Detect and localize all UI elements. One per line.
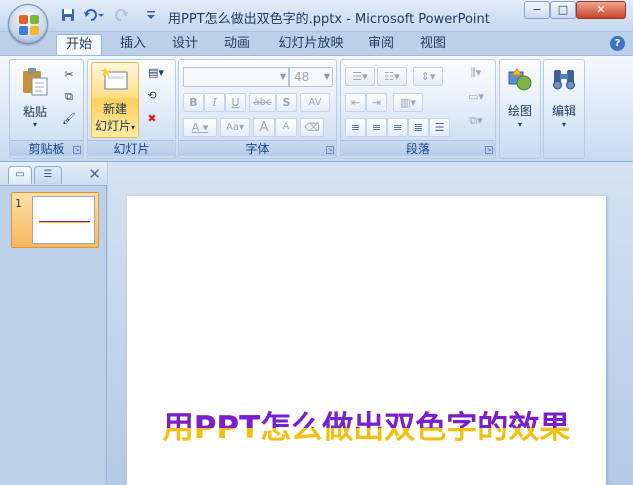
ribbon: 粘贴 ▾ ✂ ⧉ 🖌 剪贴板 ↘ 新建 幻灯片▾ ▤▾ ⟲ ✖ 幻灯片 ▼ 48… xyxy=(0,55,633,162)
slide-canvas[interactable]: 用PPT怎么做出双色字的效果 用PPT怎么做出双色字的效果 用PPT怎么做出双色… xyxy=(127,196,606,485)
change-case-button[interactable]: Aa▾ xyxy=(220,118,250,137)
ribbon-tabs: 开始 插入 设计 动画 幻灯片放映 审阅 视图 ? xyxy=(0,32,633,57)
undo-icon[interactable] xyxy=(82,8,106,24)
slide-number: 1 xyxy=(15,197,22,210)
copy-icon[interactable]: ⧉ xyxy=(60,87,78,106)
drawing-shapes-icon[interactable] xyxy=(506,66,534,94)
tab-view[interactable]: 视图 xyxy=(412,34,454,56)
columns-icon[interactable]: ▥▾ xyxy=(393,93,423,112)
clipboard-group: 粘贴 ▾ ✂ ⧉ 🖌 剪贴板 ↘ xyxy=(9,59,84,159)
font-size-combo[interactable]: 48 ▼ xyxy=(289,67,333,87)
decrease-indent-icon[interactable]: ⇤ xyxy=(345,93,366,112)
increase-indent-icon[interactable]: ⇥ xyxy=(366,93,387,112)
line-spacing-icon[interactable]: ⇕▾ xyxy=(413,67,443,86)
format-painter-icon[interactable]: 🖌 xyxy=(60,109,78,128)
delete-slide-icon[interactable]: ✖ xyxy=(142,109,162,128)
slides-tab-icon[interactable]: ▭ xyxy=(8,166,32,184)
tab-design[interactable]: 设计 xyxy=(164,34,206,56)
shrink-font-button[interactable]: A xyxy=(275,118,297,137)
numbering-icon[interactable]: ☷▾ xyxy=(377,67,407,86)
align-text-icon[interactable]: ▭▾ xyxy=(461,87,491,106)
align-center-icon[interactable]: ≡ xyxy=(366,118,387,137)
shadow-button[interactable]: S xyxy=(276,93,297,112)
slide-thumbnail-selected[interactable]: 1 xyxy=(11,192,99,248)
slide-thumbnail xyxy=(32,196,95,244)
text-direction-icon[interactable]: ⫼▾ xyxy=(461,63,491,82)
tab-insert[interactable]: 插入 xyxy=(112,34,154,56)
drawing-group: 绘图 ▾ xyxy=(499,59,541,159)
panel-tabs: ▭ ☰ ✕ xyxy=(0,162,107,186)
font-name-combo[interactable]: ▼ xyxy=(183,67,289,87)
distributed-icon[interactable]: ☰ xyxy=(429,118,450,137)
editing-button[interactable]: 编辑 xyxy=(544,102,584,119)
new-slide-button[interactable]: 新建 幻灯片▾ xyxy=(91,62,139,138)
chevron-down-icon[interactable] xyxy=(146,8,156,24)
close-icon[interactable]: ✕ xyxy=(88,165,101,183)
outline-tab-icon[interactable]: ☰ xyxy=(34,166,62,184)
font-color-button[interactable]: A ▾ xyxy=(183,118,217,137)
align-left-icon[interactable]: ≡ xyxy=(345,118,366,137)
tab-review[interactable]: 审阅 xyxy=(360,34,402,56)
help-icon[interactable]: ? xyxy=(610,36,625,51)
justify-icon[interactable]: ≣ xyxy=(408,118,429,137)
slides-group-label: 幻灯片 xyxy=(88,140,175,156)
editing-group: 编辑 ▾ xyxy=(543,59,585,159)
paragraph-group-label: 段落 xyxy=(341,140,495,156)
strikethrough-button[interactable]: abc xyxy=(249,93,276,112)
clear-formatting-icon[interactable]: ⌫ xyxy=(300,118,324,137)
binoculars-icon[interactable] xyxy=(551,66,577,92)
drawing-button[interactable]: 绘图 xyxy=(500,102,540,119)
font-group-label: 字体 xyxy=(179,140,336,156)
paste-button[interactable]: 粘贴 xyxy=(14,103,56,120)
drawing-dropdown-icon[interactable]: ▾ xyxy=(500,120,540,129)
underline-button[interactable]: U xyxy=(225,93,246,112)
new-slide-label-2: 幻灯片▾ xyxy=(94,119,136,133)
new-slide-icon xyxy=(100,66,130,92)
maximize-button[interactable]: □ xyxy=(550,1,576,19)
bold-button[interactable]: B xyxy=(183,93,204,112)
title-bar: 用PPT怎么做出双色字的.pptx - Microsoft PowerPoint… xyxy=(0,0,633,32)
save-icon[interactable] xyxy=(60,8,76,24)
slide-title-textbox[interactable]: 用PPT怎么做出双色字的效果 用PPT怎么做出双色字的效果 用PPT怎么做出双色… xyxy=(127,410,606,446)
office-logo-icon xyxy=(19,15,39,35)
reset-slide-icon[interactable]: ⟲ xyxy=(142,86,162,105)
tab-slide-show[interactable]: 幻灯片放映 xyxy=(272,34,350,56)
slides-group: 新建 幻灯片▾ ▤▾ ⟲ ✖ 幻灯片 xyxy=(87,59,176,159)
bullets-icon[interactable]: ☰▾ xyxy=(345,67,375,86)
italic-button[interactable]: I xyxy=(204,93,225,112)
smartart-icon[interactable]: ⧉▾ xyxy=(461,111,491,130)
chevron-down-icon: ▼ xyxy=(323,72,330,81)
font-launcher-icon[interactable]: ↘ xyxy=(326,146,334,154)
align-right-icon[interactable]: ≡ xyxy=(387,118,408,137)
grow-font-button[interactable]: A xyxy=(253,118,275,137)
cut-icon[interactable]: ✂ xyxy=(60,65,78,84)
tab-animations[interactable]: 动画 xyxy=(216,34,258,56)
paste-icon[interactable] xyxy=(20,67,50,97)
font-group: ▼ 48 ▼ B I U abc S AV A ▾ Aa▾ A A ⌫ 字体 ↘ xyxy=(178,59,337,159)
slides-panel: ▭ ☰ ✕ 1 xyxy=(0,162,107,485)
clipboard-launcher-icon[interactable]: ↘ xyxy=(73,146,81,154)
paste-dropdown-icon[interactable]: ▾ xyxy=(14,120,56,129)
slide-title-top-half: 用PPT怎么做出双色字的效果 xyxy=(162,410,571,428)
window-title: 用PPT怎么做出双色字的.pptx - Microsoft PowerPoint xyxy=(168,12,490,27)
new-slide-label-1: 新建 xyxy=(102,102,127,116)
tab-home[interactable]: 开始 xyxy=(56,34,102,57)
slide-layout-icon[interactable]: ▤▾ xyxy=(142,63,170,82)
close-button[interactable]: ✕ xyxy=(576,1,626,19)
minimize-button[interactable]: − xyxy=(524,1,550,19)
paragraph-launcher-icon[interactable]: ↘ xyxy=(485,146,493,154)
redo-icon[interactable] xyxy=(113,8,137,24)
editing-dropdown-icon[interactable]: ▾ xyxy=(544,120,584,129)
character-spacing-button[interactable]: AV xyxy=(300,93,330,112)
paragraph-group: ☰▾ ☷▾ ⇕▾ ⫼▾ ⇤ ⇥ ▥▾ ▭▾ ≡ ≡ ≡ ≣ ☰ ⧉▾ 段落 ↘ xyxy=(340,59,496,159)
thumbnail-title-line xyxy=(39,221,90,223)
chevron-down-icon: ▼ xyxy=(279,72,286,81)
office-button[interactable] xyxy=(8,4,48,44)
